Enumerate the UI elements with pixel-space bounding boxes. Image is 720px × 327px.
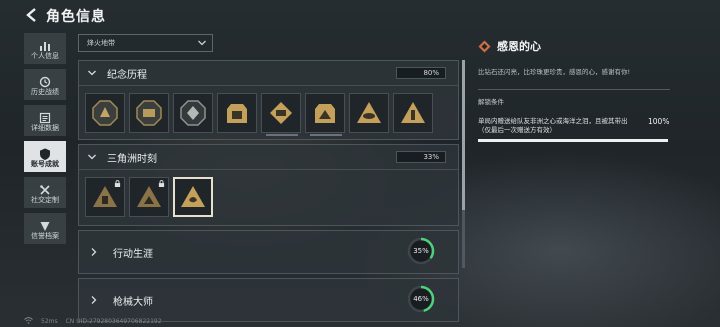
bar-chart-icon: [39, 37, 51, 51]
section-title: 行动生涯: [113, 248, 153, 260]
octagon-badge-icon: [136, 100, 162, 126]
triangle-badge-icon: [181, 186, 205, 207]
clock-icon: [39, 73, 51, 87]
octagon-badge-icon: [180, 100, 206, 126]
triangle-badge-icon: [401, 102, 425, 123]
sidebar-item-social[interactable]: 社交定制: [24, 177, 66, 208]
achievement-badge[interactable]: [173, 93, 213, 133]
divider: [478, 89, 670, 90]
achievement-badge[interactable]: [129, 177, 169, 217]
detail-title: 感恩的心: [497, 40, 541, 53]
achievement-badge[interactable]: [305, 93, 345, 136]
sidebar-item-label: 账号成就: [31, 159, 59, 168]
document-icon: [39, 109, 51, 123]
tools-icon: [39, 181, 51, 195]
section-career: 行动生涯 35%: [78, 230, 459, 274]
badge-progress-bar: [266, 134, 298, 136]
ping-value: 52ms: [41, 317, 58, 325]
section-header[interactable]: 行动生涯 35%: [79, 231, 458, 273]
sidebar-item-label: 详细数据: [31, 123, 59, 132]
tag-badge-icon: [270, 102, 292, 124]
ring-progress-label: 46%: [413, 295, 429, 303]
chevron-right-icon: [91, 248, 97, 256]
detail-description: 比钻石还闪亮，比珍珠更珍贵，感恩的心，感谢有你!: [478, 68, 631, 76]
triangle-badge-icon: [137, 186, 161, 207]
scrollbar-thumb[interactable]: [462, 60, 465, 210]
sidebar: 个人信息 历史战绩 详细数据 账号成就 社交定制 信誉档案: [24, 33, 66, 249]
achievement-badge[interactable]: [349, 93, 389, 133]
condition-progress-fill: [478, 139, 668, 142]
achievement-list: 纪念历程 80% 三角洲时刻 33% 行动生涯 35% 枪械大师 46%: [78, 60, 459, 326]
achievement-badge[interactable]: [129, 93, 169, 133]
list-scrollbar[interactable]: [462, 60, 465, 268]
sidebar-item-reputation[interactable]: 信誉档案: [24, 213, 66, 244]
section-delta-moments: 三角洲时刻 33%: [78, 144, 459, 226]
lock-icon: [114, 180, 121, 187]
sidebar-item-label: 历史战绩: [31, 87, 59, 96]
condition-row: 单局内赠送给队友非洲之心或海洋之泪，且被其带出（仅最后一次赠送方有效） 100%: [478, 117, 678, 135]
tag-badge-icon: [315, 104, 335, 123]
sidebar-item-label: 个人信息: [31, 51, 59, 60]
header: 角色信息: [0, 0, 720, 30]
triangle-badge-icon: [93, 186, 117, 207]
section-progress: 80%: [396, 67, 446, 79]
back-arrow-icon: [26, 8, 36, 22]
section-title: 枪械大师: [113, 296, 153, 308]
ring-progress-label: 35%: [413, 247, 429, 255]
wifi-icon: [24, 316, 33, 326]
diamond-badge-icon: [478, 40, 491, 52]
badge-row: [79, 169, 458, 225]
chevron-down-icon: [198, 40, 206, 46]
heart-shield-icon: [39, 217, 51, 231]
tag-badge-icon: [227, 104, 247, 123]
achievement-badge[interactable]: [393, 93, 433, 133]
section-header[interactable]: 三角洲时刻 33%: [79, 145, 458, 169]
octagon-badge-icon: [92, 100, 118, 126]
achievement-badge-selected[interactable]: [173, 177, 213, 217]
sidebar-item-detailed-data[interactable]: 详细数据: [24, 105, 66, 136]
filter-dropdown[interactable]: 烽火地带: [78, 34, 213, 52]
chevron-down-icon: [88, 70, 96, 76]
section-header[interactable]: 纪念历程 80%: [79, 61, 458, 85]
lock-icon: [158, 180, 165, 187]
back-button[interactable]: [24, 7, 40, 23]
footer: 52ms CN UID:2792803649706822192: [24, 316, 170, 326]
filter-value: 烽火地带: [87, 39, 115, 47]
page-title: 角色信息: [46, 9, 106, 25]
section-title: 纪念历程: [107, 69, 147, 81]
achievement-badge[interactable]: [217, 93, 257, 133]
achievement-badge[interactable]: [85, 177, 125, 217]
condition-label: 解锁条件: [478, 98, 504, 106]
achievement-badge[interactable]: [261, 93, 301, 136]
sidebar-item-label: 社交定制: [31, 195, 59, 204]
sidebar-item-achievements[interactable]: 账号成就: [24, 141, 66, 172]
sidebar-item-label: 信誉档案: [31, 231, 59, 240]
condition-progress-bar: [478, 139, 668, 142]
uid-text: CN UID:2792803649706822192: [65, 317, 162, 325]
badge-progress-bar: [310, 134, 342, 136]
sidebar-item-history[interactable]: 历史战绩: [24, 69, 66, 100]
section-progress: 33%: [396, 151, 446, 163]
chevron-right-icon: [91, 296, 97, 304]
detail-header: 感恩的心: [478, 38, 678, 54]
triangle-badge-icon: [357, 102, 381, 123]
section-header[interactable]: 枪械大师 46%: [79, 279, 458, 321]
condition-text: 单局内赠送给队友非洲之心或海洋之泪，且被其带出（仅最后一次赠送方有效）: [478, 117, 628, 134]
sidebar-item-personal-info[interactable]: 个人信息: [24, 33, 66, 64]
section-memorial: 纪念历程 80%: [78, 60, 459, 140]
achievement-badge[interactable]: [85, 93, 125, 133]
shield-icon: [39, 145, 51, 160]
condition-progress: 100%: [648, 117, 670, 126]
badge-row: [79, 85, 458, 139]
chevron-down-icon: [88, 154, 96, 160]
section-title: 三角洲时刻: [107, 153, 157, 165]
achievement-detail: 感恩的心 比钻石还闪亮，比珍珠更珍贵，感恩的心，感谢有你! 解锁条件 单局内赠送…: [478, 38, 678, 142]
